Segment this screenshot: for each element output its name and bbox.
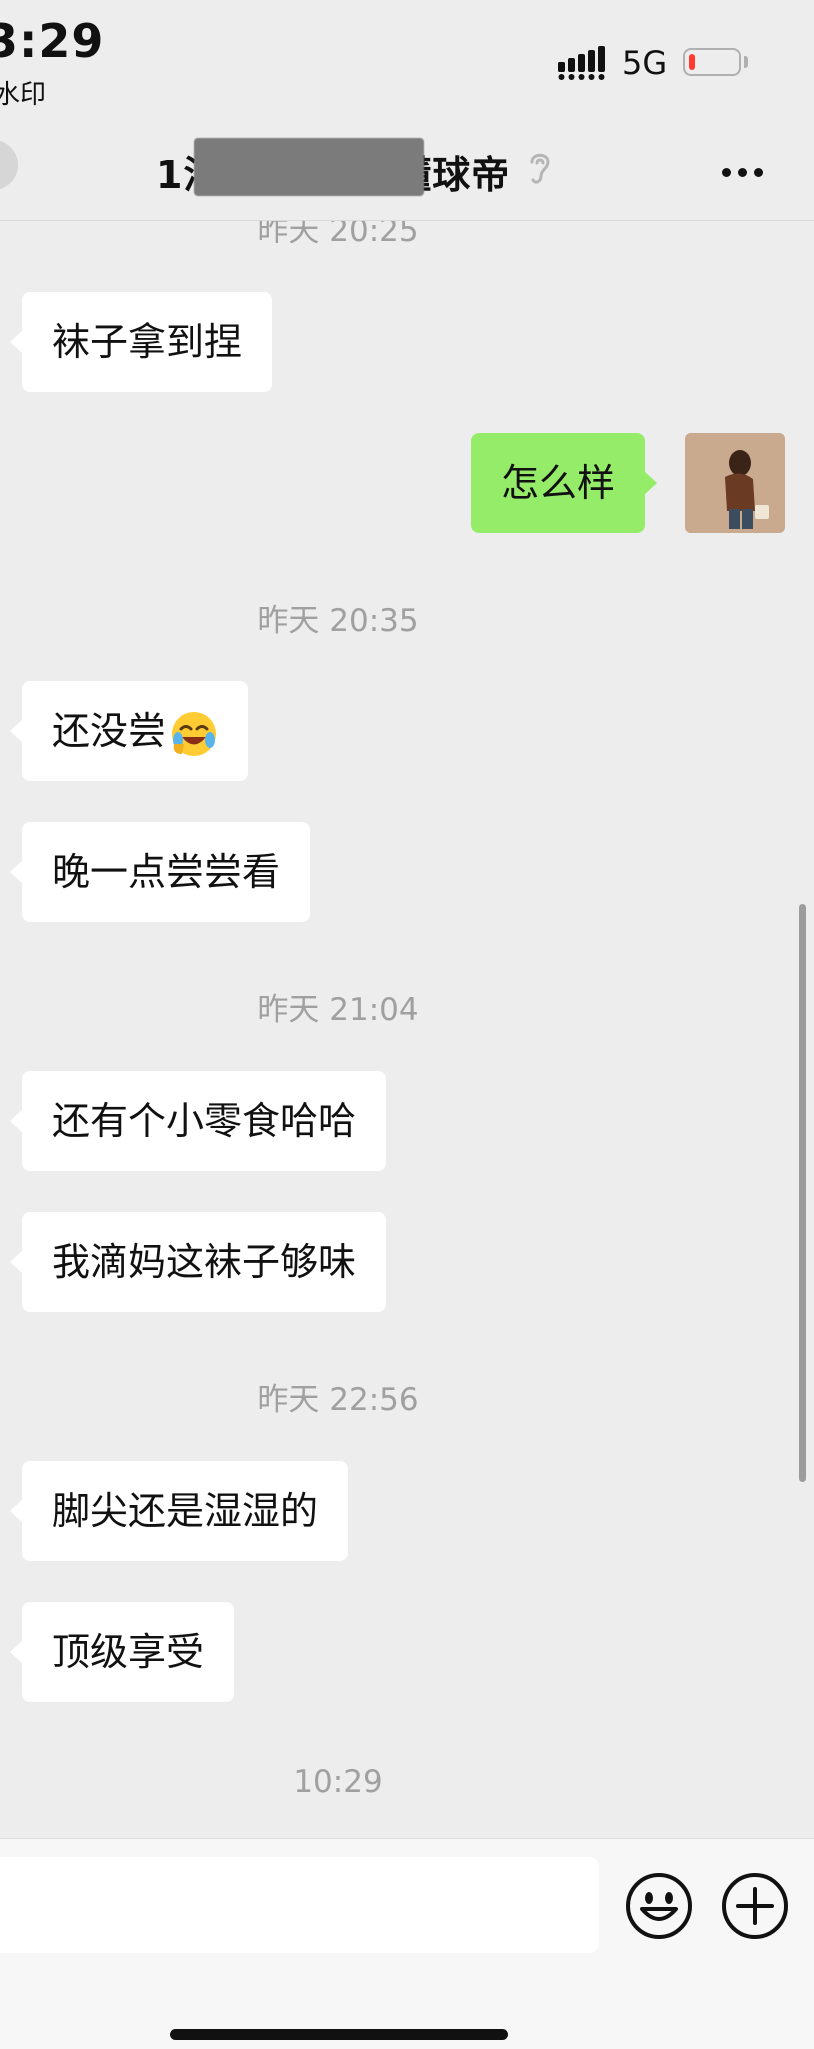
message-bubble-outgoing[interactable]: 怎么样 xyxy=(471,433,658,533)
message-input[interactable] xyxy=(0,1857,599,1953)
chat-header: 1涉 懂球帝 xyxy=(0,120,814,221)
message-bubble-incoming[interactable]: 脚尖还是湿湿的 xyxy=(9,1461,349,1561)
message-bubble-incoming[interactable]: 袜子拿到捏 xyxy=(9,292,273,392)
battery-icon xyxy=(683,48,741,76)
back-icon[interactable] xyxy=(0,140,18,190)
plus-icon[interactable] xyxy=(720,1871,790,1941)
message-text: 还没尝 xyxy=(52,709,167,753)
status-bar: 3:29 水印 5G xyxy=(0,0,814,120)
timestamp: 昨天 21:04 xyxy=(257,992,419,1028)
avatar-illustration xyxy=(685,433,785,533)
message-text: 还有个小零食哈哈 xyxy=(52,1099,357,1143)
timestamp-partial: 昨天 20:25 xyxy=(0,221,676,243)
message-text: 晚一点尝尝看 xyxy=(52,850,281,894)
message-text: 脚尖还是湿湿的 xyxy=(52,1489,319,1533)
timestamp: 昨天 20:35 xyxy=(257,603,419,639)
scrollbar[interactable] xyxy=(799,904,806,1482)
more-icon[interactable] xyxy=(722,162,770,177)
avatar[interactable] xyxy=(685,433,785,533)
home-indicator[interactable] xyxy=(170,2029,508,2040)
message-bubble-incoming[interactable]: 我滴妈这袜子够味 xyxy=(9,1212,387,1312)
input-bar xyxy=(0,1838,814,2049)
signal-icon xyxy=(558,46,605,80)
message-text: 怎么样 xyxy=(501,461,616,505)
message-bubble-incoming[interactable]: 还有个小零食哈哈 xyxy=(9,1071,387,1171)
message-bubble-incoming[interactable]: 晚一点尝尝看 xyxy=(9,822,311,922)
timestamp: 昨天 22:56 xyxy=(257,1382,419,1418)
laughing-crying-emoji xyxy=(172,711,217,756)
message-bubble-incoming[interactable]: 顶级享受 xyxy=(9,1602,235,1702)
network-label: 5G xyxy=(622,44,668,82)
status-time: 3:29 xyxy=(0,14,105,68)
emoji-icon[interactable] xyxy=(624,1871,694,1941)
message-text: 顶级享受 xyxy=(52,1630,205,1674)
status-sub-label: 水印 xyxy=(0,80,47,110)
battery-cap xyxy=(744,56,748,68)
message-text: 我滴妈这袜子够味 xyxy=(52,1240,357,1284)
timestamp: 10:29 xyxy=(293,1764,383,1800)
redaction-block xyxy=(194,138,424,196)
message-bubble-incoming[interactable]: 还没尝 xyxy=(9,681,249,781)
timestamp: 昨天 20:25 xyxy=(257,221,419,243)
message-text: 袜子拿到捏 xyxy=(52,320,243,364)
battery-level xyxy=(689,54,695,70)
ear-icon xyxy=(530,153,550,184)
